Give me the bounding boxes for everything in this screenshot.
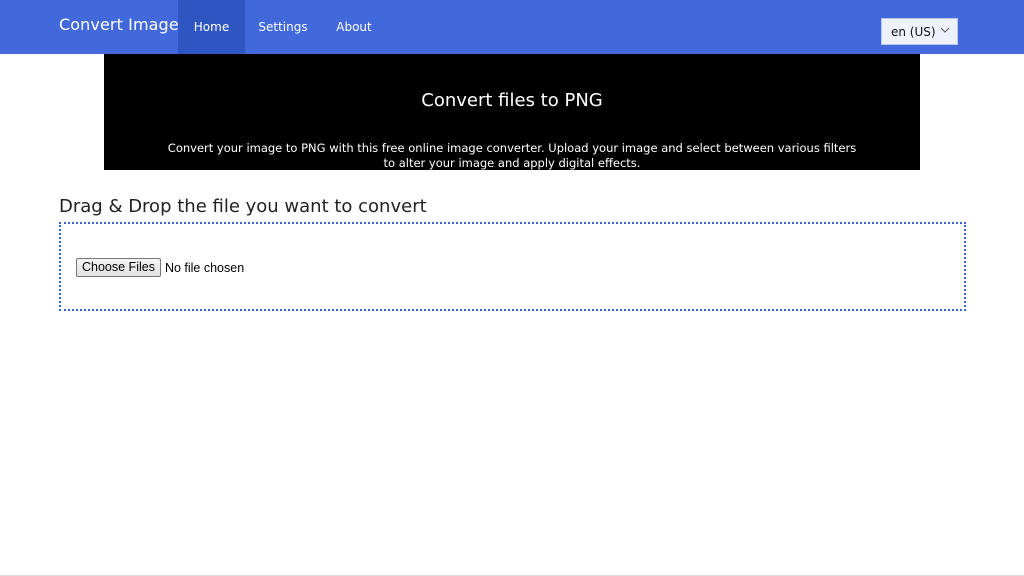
file-drop-zone[interactable]: Choose Files No file chosen: [59, 222, 966, 311]
language-select-value: en (US): [891, 25, 936, 39]
brand-title[interactable]: Convert Image: [59, 15, 179, 34]
nav-item-home[interactable]: Home: [178, 0, 245, 54]
file-input[interactable]: Choose Files No file chosen: [76, 258, 244, 277]
hero-description: Convert your image to PNG with this free…: [167, 141, 857, 170]
file-status-text: No file chosen: [164, 260, 245, 275]
nav-item-settings[interactable]: Settings: [252, 0, 314, 54]
top-navbar: Convert Image Home Settings About en (US…: [0, 0, 1024, 54]
hero-title: Convert files to PNG: [421, 90, 603, 111]
hero-banner: Convert files to PNG Convert your image …: [104, 54, 920, 170]
chevron-down-icon: [940, 27, 950, 33]
drag-drop-heading: Drag & Drop the file you want to convert: [59, 196, 427, 217]
language-select[interactable]: en (US): [881, 18, 958, 45]
nav-item-about[interactable]: About: [328, 0, 380, 54]
choose-files-button[interactable]: Choose Files: [76, 258, 161, 277]
